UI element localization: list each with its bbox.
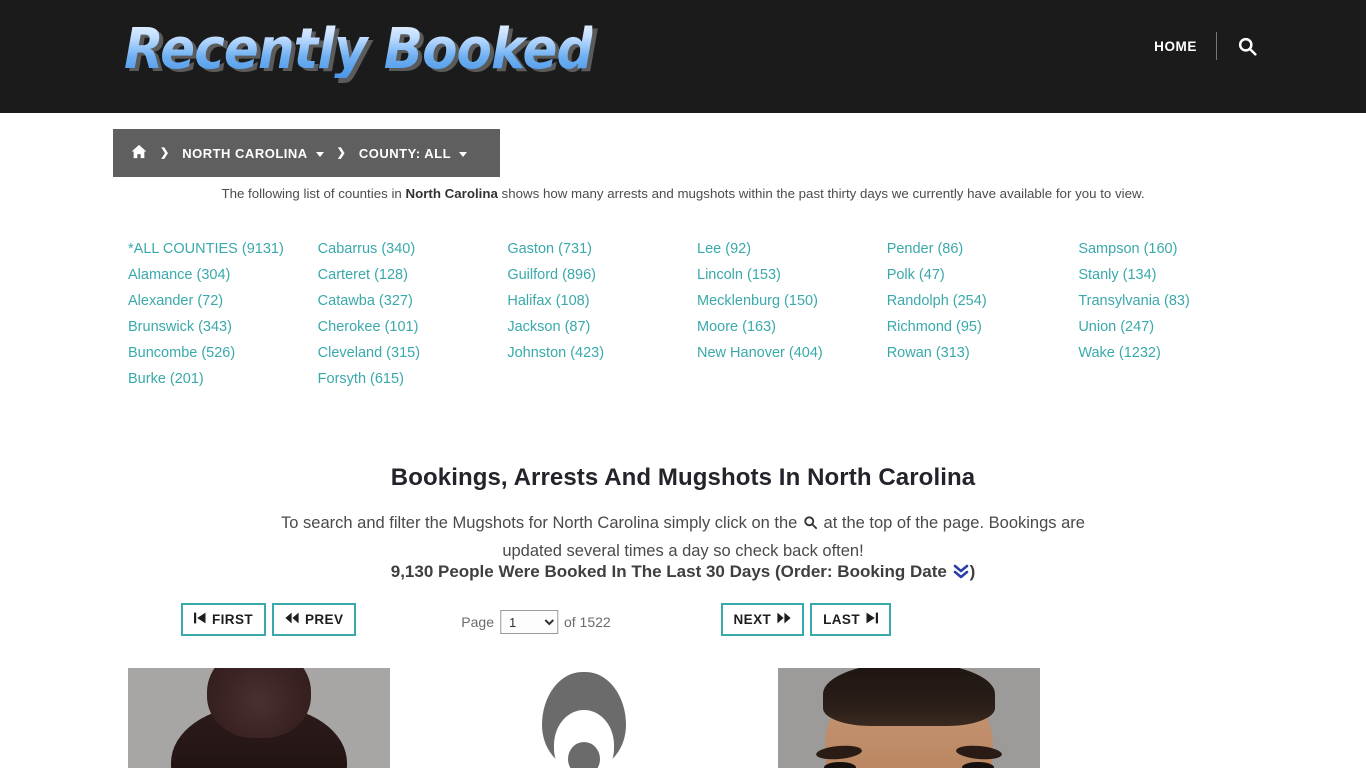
county-link[interactable]: Jackson (87) — [507, 314, 697, 340]
pagination-prev-button[interactable]: PREV — [272, 603, 357, 636]
county-link[interactable]: Carteret (128) — [318, 262, 508, 288]
mugshot-thumbnail-1[interactable] — [128, 668, 390, 768]
inline-search-icon — [803, 512, 818, 538]
double-arrow-right-icon — [777, 612, 791, 627]
county-link[interactable]: Cabarrus (340) — [318, 236, 508, 262]
breadcrumb-county-dropdown[interactable]: COUNTY: ALL — [358, 145, 468, 161]
mugshot-results-row — [128, 668, 1238, 768]
county-link[interactable]: Pender (86) — [887, 236, 1079, 262]
breadcrumb-separator-2: ❯ — [336, 146, 346, 159]
county-link[interactable]: Alamance (304) — [128, 262, 318, 288]
county-link[interactable]: New Hanover (404) — [697, 340, 887, 366]
pagination-total-pages: of 1522 — [563, 614, 611, 630]
breadcrumb: ❯ NORTH CAROLINA ❯ COUNTY: ALL — [113, 129, 500, 177]
county-link[interactable]: Brunswick (343) — [128, 314, 318, 340]
mugshot-photo-3-hair — [823, 668, 995, 726]
mugshot-thumbnail-2[interactable] — [453, 668, 715, 768]
mugshot-photo-3-eye-right — [962, 762, 994, 768]
intro-text-before: The following list of counties in — [221, 186, 406, 201]
pagination-next-button[interactable]: NEXT — [720, 603, 805, 636]
page-select[interactable]: 12345 — [499, 610, 558, 634]
skip-to-start-icon — [194, 612, 206, 627]
page-description: To search and filter the Mugshots for No… — [264, 510, 1102, 564]
nav-home-link[interactable]: HOME — [1154, 39, 1216, 54]
site-header: Recently Booked Recently Booked HOME — [0, 0, 1366, 113]
pagination-page-label: Page — [461, 614, 494, 630]
county-link[interactable]: Forsyth (615) — [318, 366, 508, 392]
breadcrumb-county-label: COUNTY: ALL — [358, 145, 452, 161]
county-column-5: Pender (86) Polk (47) Randolph (254) Richmo… — [887, 236, 1079, 392]
chevron-down-icon — [315, 151, 324, 157]
county-link[interactable]: Polk (47) — [887, 262, 1079, 288]
county-link[interactable]: Moore (163) — [697, 314, 887, 340]
mugshot-photo-3-eye-left — [824, 762, 856, 768]
county-link[interactable]: Stanly (134) — [1078, 262, 1268, 288]
pagination-right-group: NEXT LAST — [720, 603, 891, 636]
home-icon — [131, 144, 147, 162]
breadcrumb-state-dropdown[interactable]: NORTH CAROLINA — [182, 145, 324, 161]
county-link[interactable]: Wake (1232) — [1078, 340, 1268, 366]
county-link[interactable]: Sampson (160) — [1078, 236, 1268, 262]
county-column-2: Cabarrus (340) Carteret (128) Catawba (327… — [318, 236, 508, 392]
county-link[interactable]: Alexander (72) — [128, 288, 318, 314]
booking-count-line: 9,130 People Were Booked In The Last 30 … — [0, 562, 1366, 585]
county-column-6: Sampson (160) Stanly (134) Transylvania (8… — [1078, 236, 1268, 392]
placeholder-avatar-dot — [568, 742, 600, 768]
header-nav: HOME — [1154, 32, 1258, 60]
county-column-1: *ALL COUNTIES (9131) Alamance (304) Alexan… — [128, 236, 318, 392]
county-link[interactable]: Cherokee (101) — [318, 314, 508, 340]
county-link[interactable]: Buncombe (526) — [128, 340, 318, 366]
county-link[interactable]: Mecklenburg (150) — [697, 288, 887, 314]
county-link[interactable]: Gaston (731) — [507, 236, 697, 262]
county-list: *ALL COUNTIES (9131) Alamance (304) Alexan… — [128, 236, 1268, 392]
pagination-left-group: FIRST PREV — [181, 603, 357, 636]
county-link[interactable]: Lincoln (153) — [697, 262, 887, 288]
county-column-3: Gaston (731) Guilford (896) Halifax (108) J… — [507, 236, 697, 392]
chevron-down-icon — [459, 151, 468, 157]
county-link[interactable]: Lee (92) — [697, 236, 887, 262]
county-link[interactable]: Halifax (108) — [507, 288, 697, 314]
booking-count-close-paren: ) — [969, 562, 976, 581]
skip-to-end-icon — [866, 612, 878, 627]
breadcrumb-state-label: NORTH CAROLINA — [182, 145, 308, 161]
intro-text: The following list of counties in North … — [0, 186, 1366, 201]
intro-state-name: North Carolina — [405, 186, 498, 201]
booking-count-text: 9,130 People Were Booked In The Last 30 … — [390, 562, 952, 581]
double-arrow-left-icon — [285, 612, 299, 627]
pagination-last-button[interactable]: LAST — [810, 603, 891, 636]
county-link[interactable]: Randolph (254) — [887, 288, 1079, 314]
intro-text-after: shows how many arrests and mugshots with… — [497, 186, 1145, 201]
county-link[interactable]: Transylvania (83) — [1078, 288, 1268, 314]
county-link[interactable]: Cleveland (315) — [318, 340, 508, 366]
page-description-part1: To search and filter the Mugshots for No… — [281, 513, 802, 532]
county-link[interactable]: Rowan (313) — [887, 340, 1079, 366]
pagination-prev-label: PREV — [305, 611, 344, 627]
county-link[interactable]: Richmond (95) — [887, 314, 1079, 340]
sort-double-chevron-down-icon[interactable] — [953, 563, 969, 585]
county-link[interactable]: Catawba (327) — [318, 288, 508, 314]
county-link[interactable]: Johnston (423) — [507, 340, 697, 366]
pagination-next-label: NEXT — [733, 611, 772, 627]
pagination-first-label: FIRST — [212, 611, 253, 627]
county-column-4: Lee (92) Lincoln (153) Mecklenburg (150) Mo… — [697, 236, 887, 392]
county-link[interactable]: Burke (201) — [128, 366, 318, 392]
search-icon[interactable] — [1217, 36, 1258, 57]
pagination-first-button[interactable]: FIRST — [181, 603, 266, 636]
county-link[interactable]: Guilford (896) — [507, 262, 697, 288]
pagination-last-label: LAST — [823, 611, 860, 627]
county-link[interactable]: Union (247) — [1078, 314, 1268, 340]
pagination: FIRST PREV Page 12345 of 1522 NEXT LAST — [181, 603, 891, 637]
site-logo[interactable]: Recently Booked — [124, 22, 593, 78]
page-title: Bookings, Arrests And Mugshots In North … — [390, 464, 976, 492]
county-link[interactable]: *ALL COUNTIES (9131) — [128, 236, 318, 262]
mugshot-thumbnail-3[interactable] — [778, 668, 1040, 768]
breadcrumb-home[interactable] — [131, 144, 147, 162]
pagination-page-selector: Page 12345 of 1522 — [461, 610, 611, 634]
breadcrumb-separator-1: ❯ — [160, 146, 170, 159]
